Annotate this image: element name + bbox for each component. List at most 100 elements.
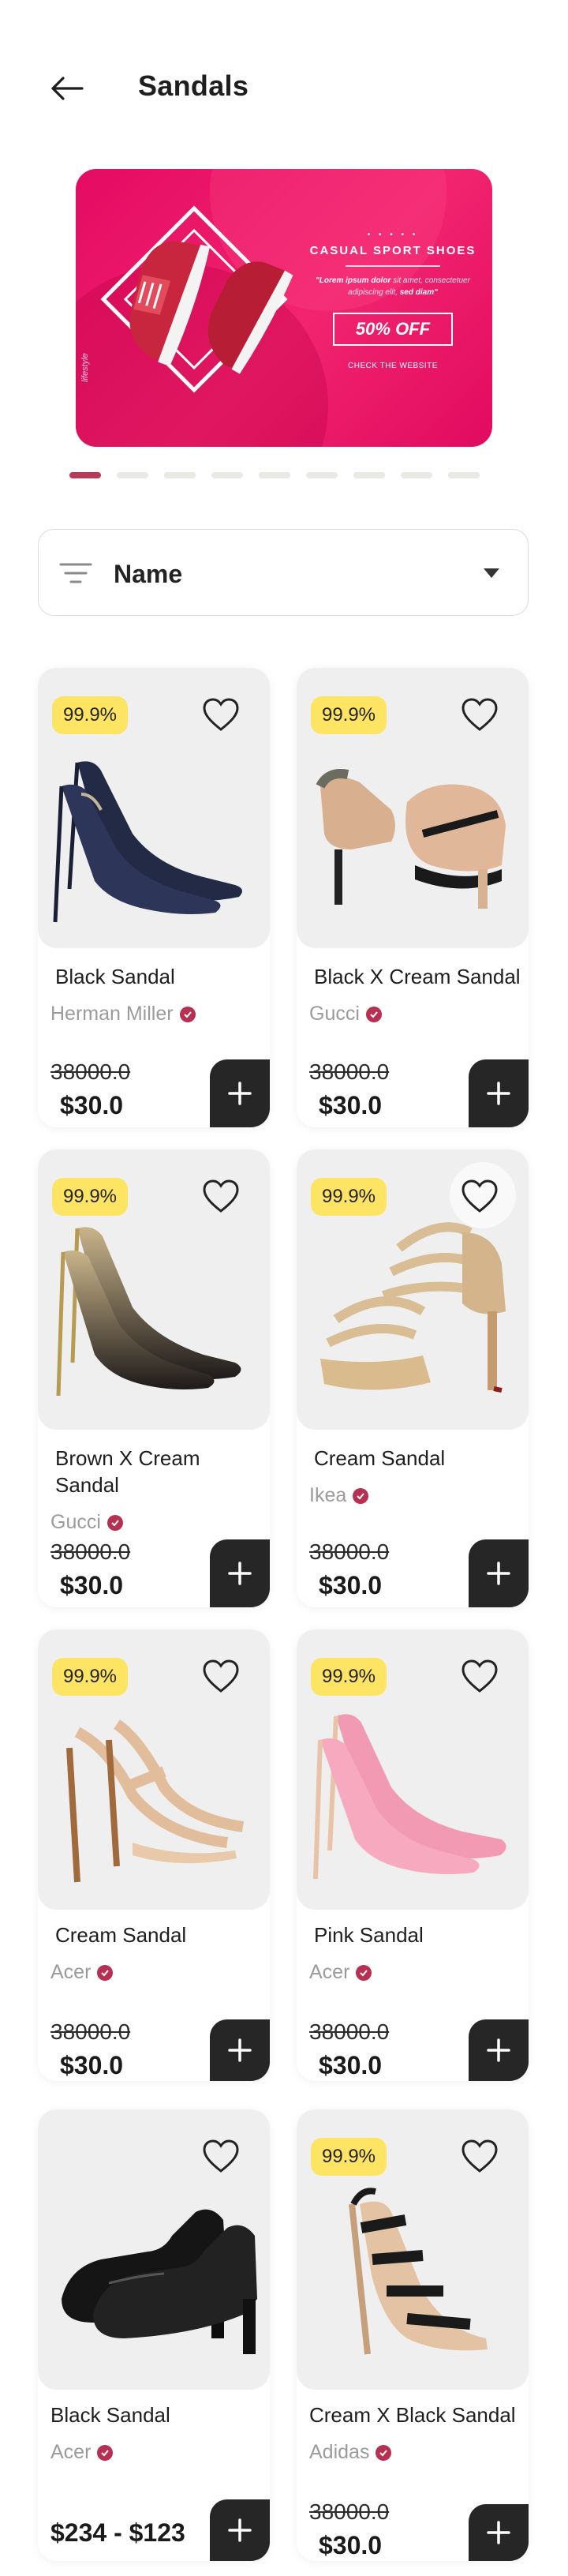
shoe-image [313,1714,506,1880]
verified-icon [353,1487,369,1504]
product-old-price: 38000.0 [309,1059,390,1084]
product-price: $30.0 [60,2051,124,2079]
product-brand: Acer [309,1961,372,1984]
product-image-area [38,2109,270,2390]
heart-icon[interactable] [461,1659,499,1694]
banner-pagination [69,472,480,478]
add-to-cart-button[interactable] [469,2019,529,2081]
shoe-image [62,2209,257,2354]
verified-icon [356,1964,372,1981]
pagination-dot[interactable] [69,472,101,478]
product-brand: Acer [50,1961,114,1984]
plus-icon [228,2038,252,2062]
product-card[interactable]: 99.9% Cream Sandal Acer 38000.0 $30.0 [38,1629,270,2081]
product-card[interactable]: 99.9% Black X Cream Sandal Gucci 38000.0… [297,668,529,1127]
shoe-image [56,1227,241,1397]
plus-icon [487,1562,510,1585]
shoe-image [53,761,242,923]
plus-icon [228,2518,252,2542]
product-image-area: 99.9% [297,1629,529,1910]
product-image-area: 99.9% [38,1149,270,1430]
pagination-dot[interactable] [353,472,385,478]
add-to-cart-button[interactable] [210,1059,270,1127]
plus-icon [487,2038,510,2062]
offer-badge: 50% OFF [333,313,453,346]
plus-icon [487,1082,510,1105]
verified-icon [97,2444,114,2461]
verified-icon [376,2444,392,2461]
plus-icon [487,2521,510,2544]
banner-divider [346,265,440,267]
product-card[interactable]: 99.9% Cream Sandal Ikea 38000.0 $30.0 [297,1149,529,1607]
add-to-cart-button[interactable] [469,2504,529,2561]
rating-badge: 99.9% [52,1658,128,1696]
arrow-left-icon [51,77,84,100]
heart-icon[interactable] [461,2139,499,2174]
pagination-dot[interactable] [306,472,338,478]
product-brand: Ikea [309,1484,369,1507]
product-name: Cream X Black Sandal [309,2403,516,2427]
sort-selected-value: Name [114,560,183,588]
banner-description: "Lorem ipsum dolor sit amet, consectetue… [316,276,470,297]
sort-dropdown[interactable]: Name [38,529,529,616]
add-to-cart-button[interactable] [210,2019,270,2081]
banner-dots: • • • • • [367,231,419,239]
product-price: $234 - $123 [50,2518,185,2547]
product-price: $30.0 [60,1091,124,1119]
rating-badge: 99.9% [311,696,387,734]
product-card[interactable]: 99.9% Brown X Cream Sandal Gucci 38000.0… [38,1149,270,1607]
pagination-dot[interactable] [448,472,480,478]
back-button[interactable] [46,69,88,107]
heart-icon[interactable] [202,1179,240,1214]
heart-icon[interactable] [461,698,499,733]
product-image-area: 99.9% [38,1629,270,1910]
heart-icon[interactable] [202,698,240,733]
rating-badge: 99.9% [52,696,128,734]
product-old-price: 38000.0 [50,2019,131,2044]
pagination-dot[interactable] [259,472,290,478]
shoe-image [320,1222,506,1393]
product-old-price: 38000.0 [50,1059,131,1084]
sneakers-image [100,205,293,393]
product-image-area: 99.9% [38,668,270,948]
product-card[interactable]: 99.9% Black Sandal Herman Miller 38000.0… [38,668,270,1127]
pagination-dot[interactable] [117,472,148,478]
product-brand: Gucci [50,1511,123,1534]
verified-icon [179,1006,196,1022]
product-card[interactable]: Black Sandal Acer $234 - $123 [38,2109,270,2561]
banner-vertical-text: lifestyle [80,353,90,382]
product-card[interactable]: 99.9% Pink Sandal Acer 38000.0 $30.0 [297,1629,529,2081]
heart-icon[interactable] [202,2139,240,2174]
pagination-dot[interactable] [164,472,196,478]
pagination-dot[interactable] [401,472,432,478]
product-price: $30.0 [319,1571,383,1599]
product-name: Black Sandal [50,2403,170,2427]
product-brand: Herman Miller [50,1003,196,1026]
add-to-cart-button[interactable] [210,2499,270,2561]
banner-copy: • • • • • CASUAL SPORT SHOES "Lorem ipsu… [303,231,483,370]
product-card[interactable]: 99.9% Cream X Black Sandal Adidas 38000.… [297,2109,529,2561]
shoe-image [66,1719,245,1883]
rating-badge: 99.9% [52,1178,128,1216]
product-name: Cream Sandal [55,1923,187,1947]
banner-cta-link[interactable]: CHECK THE WEBSITE [303,362,483,370]
product-name: Black X Cream Sandal [314,965,521,988]
shoe-image [349,2188,488,2355]
verified-icon [365,1006,382,1022]
heart-icon[interactable] [202,1659,240,1694]
verified-icon [106,1514,123,1531]
filter-lines-icon [59,563,92,583]
add-to-cart-button[interactable] [210,1539,270,1607]
page-title: Sandals [138,69,249,102]
add-to-cart-button[interactable] [469,1059,529,1127]
caret-down-icon [484,568,499,578]
product-name: Brown X Cream Sandal [55,1446,200,1497]
promo-banner[interactable]: lifestyle • • • • • CASUAL SPORT SHOES "… [76,169,492,447]
product-old-price: 38000.0 [309,1539,390,1564]
add-to-cart-button[interactable] [469,1539,529,1607]
product-name: Pink Sandal [314,1923,424,1947]
plus-icon [228,1082,252,1105]
product-price: $30.0 [319,2531,383,2559]
pagination-dot[interactable] [211,472,243,478]
product-brand: Adidas [309,2441,392,2464]
